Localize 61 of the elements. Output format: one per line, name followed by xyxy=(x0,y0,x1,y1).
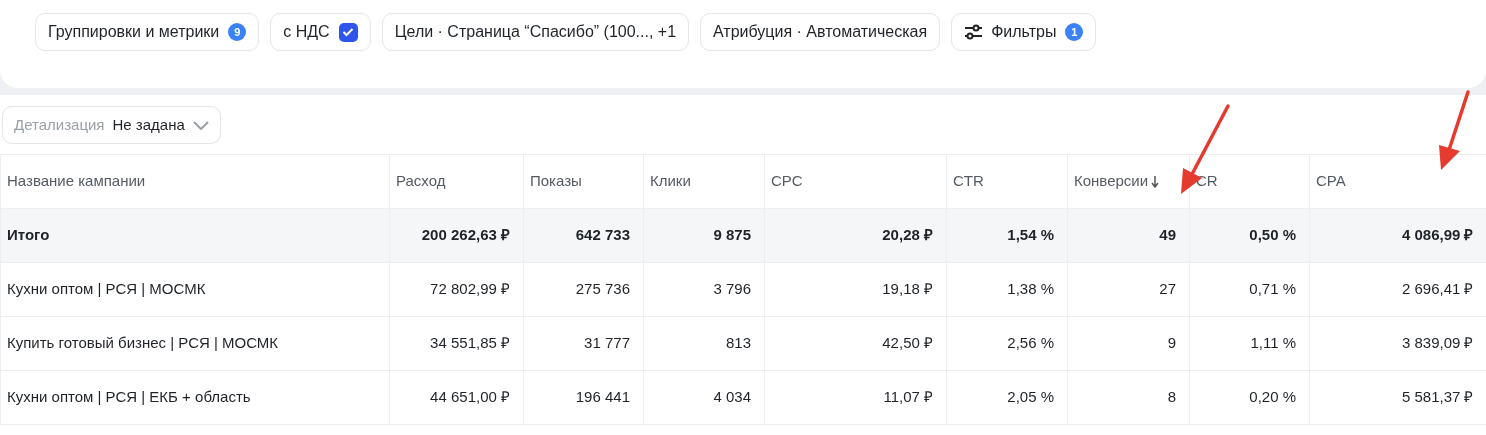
detail-value: Не задана xyxy=(112,114,185,135)
column-header[interactable]: Название кампании xyxy=(0,154,390,209)
table-cell: Кухни оптом | РСЯ | ЕКБ + область xyxy=(7,388,251,406)
chip-label: Цели · Страница “Спасибо” (100..., +1 xyxy=(394,22,677,42)
table-cell: 200 262,63 ₽ xyxy=(421,226,510,244)
toolbar-chip[interactable]: Группировки и метрики 9 xyxy=(35,13,260,51)
table-cell: 4 034 xyxy=(713,388,751,406)
chip-label: Атрибуция · Автоматическая xyxy=(713,22,928,42)
table-cell: 34 551,85 ₽ xyxy=(430,334,510,352)
table-cell: 0,50 % xyxy=(1249,226,1296,244)
table-cell: 196 441 xyxy=(575,388,630,406)
checkmark-icon xyxy=(342,27,355,37)
table-cell: 11,07 ₽ xyxy=(883,388,933,406)
count-badge: 1 xyxy=(1065,23,1084,41)
table-cell: 8 xyxy=(1167,388,1176,406)
chip-label: Группировки и метрики xyxy=(48,22,220,42)
table-cell: 5 581,37 ₽ xyxy=(1401,388,1474,406)
table-cell: 1,38 % xyxy=(1007,280,1054,298)
chip-label: Фильтры xyxy=(991,22,1057,42)
column-header[interactable]: Клики xyxy=(643,154,765,209)
table-cell: Купить готовый бизнес | РСЯ | МОСМК xyxy=(7,334,279,352)
table-cell: 72 802,99 ₽ xyxy=(430,280,510,298)
table-cell: 3 839,09 ₽ xyxy=(1401,334,1474,352)
toolbar-chip[interactable]: Атрибуция · Автоматическая xyxy=(700,13,941,51)
table-cell: 27 xyxy=(1159,280,1176,298)
table-cell: 9 875 xyxy=(713,226,751,244)
table-cell: Итого xyxy=(7,226,50,244)
table-cell: 1,54 % xyxy=(1007,226,1054,244)
table-cell: 0,71 % xyxy=(1249,280,1296,298)
table-cell: 3 796 xyxy=(713,280,751,298)
column-header[interactable]: Показы xyxy=(523,154,644,209)
count-badge: 9 xyxy=(228,23,247,41)
column-header[interactable]: CPC xyxy=(764,154,947,209)
table-cell: 31 777 xyxy=(584,334,630,352)
table-cell: 2 696,41 ₽ xyxy=(1401,280,1474,298)
chevron-down-icon xyxy=(192,120,209,130)
chip-label: с НДС xyxy=(283,22,330,42)
table-cell: 4 086,99 ₽ xyxy=(1401,226,1474,244)
detail-label: Детализация xyxy=(14,114,105,135)
column-header[interactable]: Расход xyxy=(389,154,524,209)
table-cell: 20,28 ₽ xyxy=(882,226,933,244)
table-cell: 1,11 % xyxy=(1250,334,1296,352)
table-cell: 44 651,00 ₽ xyxy=(430,388,510,406)
checkbox[interactable] xyxy=(338,22,358,42)
toolbar-chip[interactable]: с НДС xyxy=(270,13,371,51)
detail-dropdown[interactable]: Детализация Не задана xyxy=(2,106,221,144)
toolbar-chip[interactable]: Цели · Страница “Спасибо” (100..., +1 xyxy=(381,13,690,51)
toolbar-chip[interactable]: Фильтры 1 xyxy=(951,13,1097,51)
table-cell: 9 xyxy=(1167,334,1176,352)
column-header[interactable]: CTR xyxy=(946,154,1068,209)
table-cell: 275 736 xyxy=(575,280,630,298)
table-cell: 0,20 % xyxy=(1249,388,1296,406)
table-cell: Кухни оптом | РСЯ | МОСМК xyxy=(7,280,206,298)
table-cell: 813 xyxy=(725,334,751,352)
table-cell: 2,05 % xyxy=(1007,388,1054,406)
table-cell: 19,18 ₽ xyxy=(882,280,933,298)
table-cell: 642 733 xyxy=(575,226,630,244)
table-cell: 2,56 % xyxy=(1007,334,1054,352)
table-cell: 49 xyxy=(1159,226,1176,244)
table-cell: 42,50 ₽ xyxy=(882,334,933,352)
sliders-icon xyxy=(964,24,983,40)
